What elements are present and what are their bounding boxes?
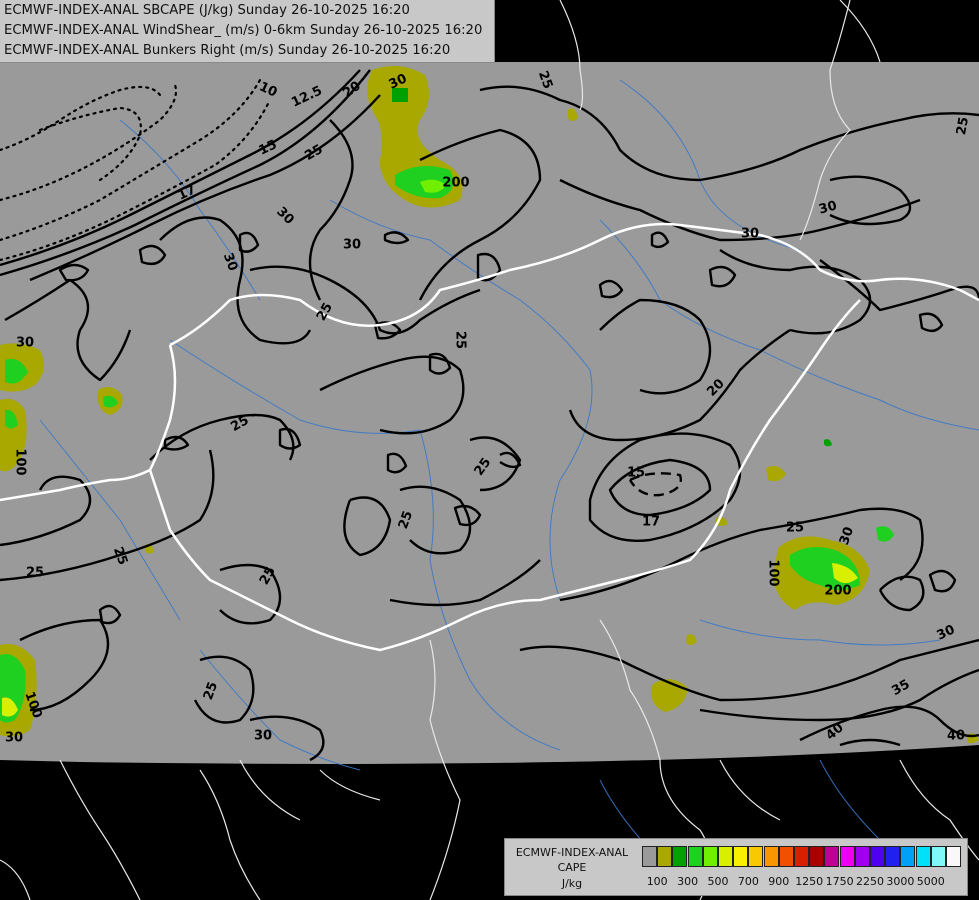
model-domain	[0, 62, 979, 764]
legend-swatch	[946, 846, 961, 867]
legend-swatch	[824, 846, 840, 867]
contour-label: 30	[254, 729, 272, 744]
legend-swatch	[839, 846, 855, 867]
legend-swatch	[763, 846, 779, 867]
legend-swatch	[885, 846, 901, 867]
contour-label: 17	[642, 515, 660, 530]
legend-swatch	[687, 846, 703, 867]
legend-swatch	[794, 846, 809, 867]
legend-swatch	[748, 846, 764, 867]
legend-tick-label: 300	[677, 875, 699, 888]
legend-unit: J/kg	[561, 877, 583, 890]
legend-tick-label: 2250	[856, 875, 884, 888]
legend-tick-label: 500	[707, 875, 729, 888]
contour-label: 30	[16, 336, 34, 351]
legend-title-line1: ECMWF-INDEX-ANAL	[515, 846, 629, 859]
legend-tick-label: 3000	[886, 875, 915, 888]
legend-tick-label: 900	[768, 875, 790, 888]
legend-swatch	[733, 846, 749, 867]
legend-swatch	[702, 846, 718, 867]
title-sbcape: ECMWF-INDEX-ANAL SBCAPE (J/kg) Sunday 26…	[4, 3, 410, 18]
legend-swatch	[870, 846, 885, 867]
legend-tick-label: 1250	[795, 875, 824, 888]
legend-tick-label: 5000	[916, 875, 945, 888]
contour-label: 25	[786, 521, 804, 536]
legend-tick-label: 1750	[825, 875, 854, 888]
legend-title-line2: CAPE	[557, 861, 587, 874]
legend-tick-label: 700	[737, 875, 759, 888]
legend-swatch	[809, 846, 825, 867]
title-windshear: ECMWF-INDEX-ANAL WindShear_ (m/s) 0-6km …	[4, 23, 483, 38]
contour-label: 30	[343, 238, 361, 253]
legend-swatch	[718, 846, 733, 867]
title-box: ECMWF-INDEX-ANAL SBCAPE (J/kg) Sunday 26…	[0, 0, 495, 63]
legend-swatch	[854, 846, 870, 867]
contour-label: 100	[766, 559, 781, 586]
contour-label: 30	[741, 227, 759, 242]
cape-legend: ECMWF-INDEX-ANAL CAPE J/kg 100 300 500 700 9…	[504, 838, 968, 896]
legend-swatch	[915, 846, 931, 867]
contour-label: 25	[453, 331, 468, 349]
contour-label: 200	[824, 584, 851, 599]
contour-label: 25	[954, 116, 972, 136]
contour-label: 200	[442, 176, 469, 191]
contour-label: 100	[13, 448, 28, 475]
legend-swatch	[778, 846, 794, 867]
title-bunkers: ECMWF-INDEX-ANAL Bunkers Right (m/s) Sun…	[4, 43, 451, 58]
contour-label: 25	[26, 566, 44, 581]
contour-label: 15	[627, 466, 645, 481]
legend-swatch	[657, 846, 673, 867]
legend-tick-label: 100	[646, 875, 668, 888]
contour-label: 30	[5, 731, 23, 746]
contour-label: 40	[947, 729, 965, 744]
legend-swatch	[672, 846, 688, 867]
legend-swatch	[900, 846, 916, 867]
legend-swatch	[642, 846, 657, 867]
legend-swatch	[930, 846, 946, 867]
weather-map: 10 12.5 20 30 2515 25173030302525303025302525…	[0, 0, 979, 900]
